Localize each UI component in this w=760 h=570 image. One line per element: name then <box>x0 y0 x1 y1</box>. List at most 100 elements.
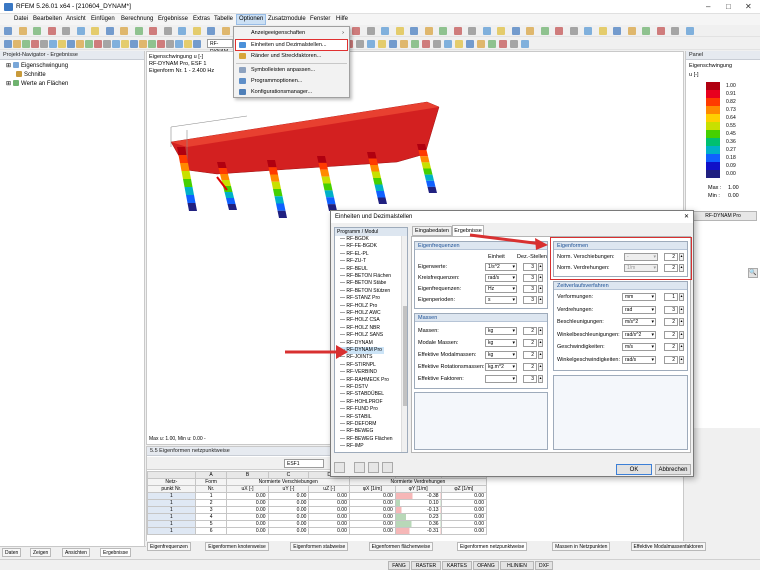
spinner-arrows-icon[interactable]: ▴ <box>679 318 684 326</box>
results-tab[interactable]: Eigenformen flächenweise <box>368 542 434 551</box>
toolbar-icon[interactable] <box>424 27 433 35</box>
menu-hilfe[interactable]: Hilfe <box>336 16 348 22</box>
toolbar-icon[interactable] <box>91 27 99 35</box>
menu-optionen[interactable]: Optionen <box>236 14 267 25</box>
tree-item-schnitte[interactable]: Schnitte <box>14 71 46 79</box>
toolbar-icon[interactable] <box>18 27 27 35</box>
toolbar-icon[interactable] <box>134 27 143 35</box>
toolbar-icon[interactable] <box>221 27 230 35</box>
decimal-spinner[interactable]: 3 <box>523 375 537 383</box>
results-tab[interactable]: Eigenformen knotenweise <box>205 542 269 551</box>
menu-item-anzeigeeigenschaften[interactable]: Anzeigeeigenschaften › <box>236 28 347 38</box>
decimal-spinner[interactable]: 2 <box>664 343 678 351</box>
tree-item-werte-an-flaechen[interactable]: ⊞ Werte an Flächen <box>6 80 68 88</box>
toolbar-icon[interactable] <box>184 40 192 48</box>
toolbar-icon[interactable] <box>31 40 39 48</box>
toolbar-icon[interactable] <box>175 40 183 48</box>
status-toggle-kartes[interactable]: KARTES <box>442 561 472 570</box>
toolbar-icon[interactable] <box>497 27 505 35</box>
toolbar-icon[interactable] <box>367 40 375 48</box>
toolbar-icon[interactable] <box>157 40 165 48</box>
status-toggle-hlinien[interactable]: HLINIEN <box>500 561 534 570</box>
table-row[interactable]: 1 1 0.00 0.00 0.00 0.00 -0.38 0.00 <box>147 492 488 500</box>
toolbar-icon[interactable] <box>642 27 650 35</box>
zoom-icon[interactable]: 🔍 <box>748 268 758 278</box>
toolbar-icon[interactable] <box>555 27 563 35</box>
toolbar-icon[interactable] <box>163 27 172 35</box>
module-item[interactable]: — RF-HOHLPROF <box>338 399 385 406</box>
module-item[interactable]: — RF-FUND Pro <box>338 406 380 413</box>
results-tab[interactable]: Eigenformen stabweise <box>290 542 349 551</box>
toolbar-icon[interactable] <box>49 40 57 48</box>
toolbar-icon[interactable] <box>112 40 120 48</box>
unit-select[interactable]: mm <box>622 293 656 301</box>
toolbar-icon[interactable] <box>149 27 157 35</box>
toolbar-icon[interactable] <box>685 27 694 35</box>
panel-module-button[interactable]: RF-DYNAM Pro <box>689 211 757 221</box>
toolbar-icon[interactable] <box>130 40 138 48</box>
results-tab[interactable]: Eigenformen netzpunktweise <box>457 542 528 551</box>
toolbar-icon[interactable] <box>178 27 186 35</box>
unit-select[interactable]: rad/s <box>622 355 656 364</box>
toolbar-icon[interactable] <box>120 27 128 35</box>
toolbar-icon[interactable] <box>466 40 474 48</box>
toolbar-icon[interactable] <box>103 40 111 48</box>
save-icon[interactable] <box>382 462 393 473</box>
toolbar-icon[interactable] <box>433 40 441 48</box>
nav-tab-daten[interactable]: Daten <box>2 548 22 557</box>
menu-tabelle[interactable]: Tabelle <box>214 16 233 22</box>
module-item[interactable]: — RF-STABDÜBEL <box>338 391 386 398</box>
ok-button[interactable]: OK <box>616 464 652 475</box>
menu-bearbeiten[interactable]: Bearbeiten <box>33 16 62 22</box>
toolbar-icon[interactable] <box>411 40 419 48</box>
toolbar-icon[interactable] <box>33 27 41 35</box>
spinner-arrows-icon[interactable]: ▴ <box>679 293 684 301</box>
nav-tab-zeigen[interactable]: Zeigen <box>30 548 52 557</box>
nav-tab-ergebnisse[interactable]: Ergebnisse <box>100 548 132 557</box>
toolbar-icon[interactable] <box>511 27 520 35</box>
toolbar-icon[interactable] <box>352 27 360 35</box>
menu-berechnung[interactable]: Berechnung <box>121 16 153 22</box>
toolbar-icon[interactable] <box>58 40 66 48</box>
results-tab[interactable]: Effektive Modalmassenfaktoren <box>630 542 707 551</box>
menu-fenster[interactable]: Fenster <box>310 16 330 22</box>
menu-ansicht[interactable]: Ansicht <box>66 16 86 22</box>
toolbar-icon[interactable] <box>439 27 447 35</box>
toolbar-icon[interactable] <box>482 27 491 35</box>
menu-extras[interactable]: Extras <box>193 16 210 22</box>
toolbar-icon[interactable] <box>656 27 665 35</box>
maximize-button[interactable]: □ <box>726 2 731 11</box>
minimize-button[interactable]: – <box>706 2 710 11</box>
toolbar-icon[interactable] <box>455 40 463 48</box>
toolbar-icon[interactable] <box>192 27 201 35</box>
spinner-arrows-icon[interactable]: ▴ <box>679 330 684 339</box>
menu-item-raender[interactable]: Ränder und Streckfaktoren... <box>236 51 347 61</box>
decimal-spinner[interactable]: 2 <box>664 330 678 339</box>
table-row[interactable]: 1 5 0.00 0.00 0.00 0.00 0.36 0.00 <box>147 520 488 528</box>
table-row[interactable]: 1 3 0.00 0.00 0.00 0.00 -0.13 0.00 <box>147 506 488 514</box>
module-item[interactable]: — RF-VERBIND <box>338 369 379 376</box>
load-icon[interactable] <box>368 462 379 473</box>
table-row[interactable]: 1 4 0.00 0.00 0.00 0.00 0.23 0.00 <box>147 513 488 521</box>
toolbar-icon[interactable] <box>381 27 389 35</box>
toolbar-icon[interactable] <box>410 27 418 35</box>
menu-item-einheiten[interactable]: Einheiten und Dezimalstellen... <box>235 39 348 51</box>
toolbar-icon[interactable] <box>488 40 496 48</box>
results-tab[interactable]: Massen in Netzpunkten <box>552 542 611 551</box>
toolbar-icon[interactable] <box>477 40 485 48</box>
toolbar-icon[interactable] <box>166 40 174 48</box>
status-toggle-raster[interactable]: RASTER <box>411 561 441 570</box>
table-row[interactable]: 1 6 0.00 0.00 0.00 0.00 -0.31 0.00 <box>147 527 488 535</box>
tree-item-eigenschwingung[interactable]: ⊞ Eigenschwingung <box>6 62 68 70</box>
decimal-spinner[interactable]: 2 <box>664 355 678 364</box>
decimal-spinner[interactable]: 3 <box>664 305 678 314</box>
toolbar-icon[interactable] <box>510 40 518 48</box>
toolbar-icon[interactable] <box>94 40 102 48</box>
toolbar-icon[interactable] <box>521 40 529 48</box>
status-toggle-fang[interactable]: FANG <box>388 561 410 570</box>
spinner-arrows-icon[interactable]: ▴ <box>679 343 684 351</box>
close-window-button[interactable]: ✕ <box>745 2 752 11</box>
cancel-button[interactable]: Abbrechen <box>655 464 691 475</box>
unit-select[interactable]: rad <box>622 305 656 314</box>
unit-select[interactable]: rad/s^2 <box>622 330 656 339</box>
